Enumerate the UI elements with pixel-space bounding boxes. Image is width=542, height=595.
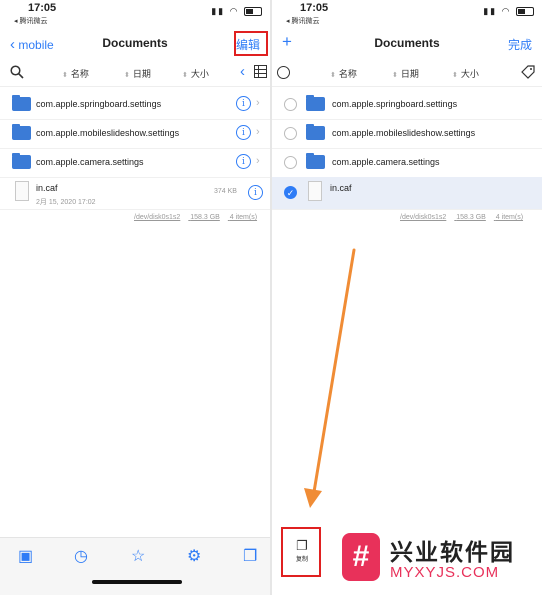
annotation-arrow — [304, 248, 356, 508]
